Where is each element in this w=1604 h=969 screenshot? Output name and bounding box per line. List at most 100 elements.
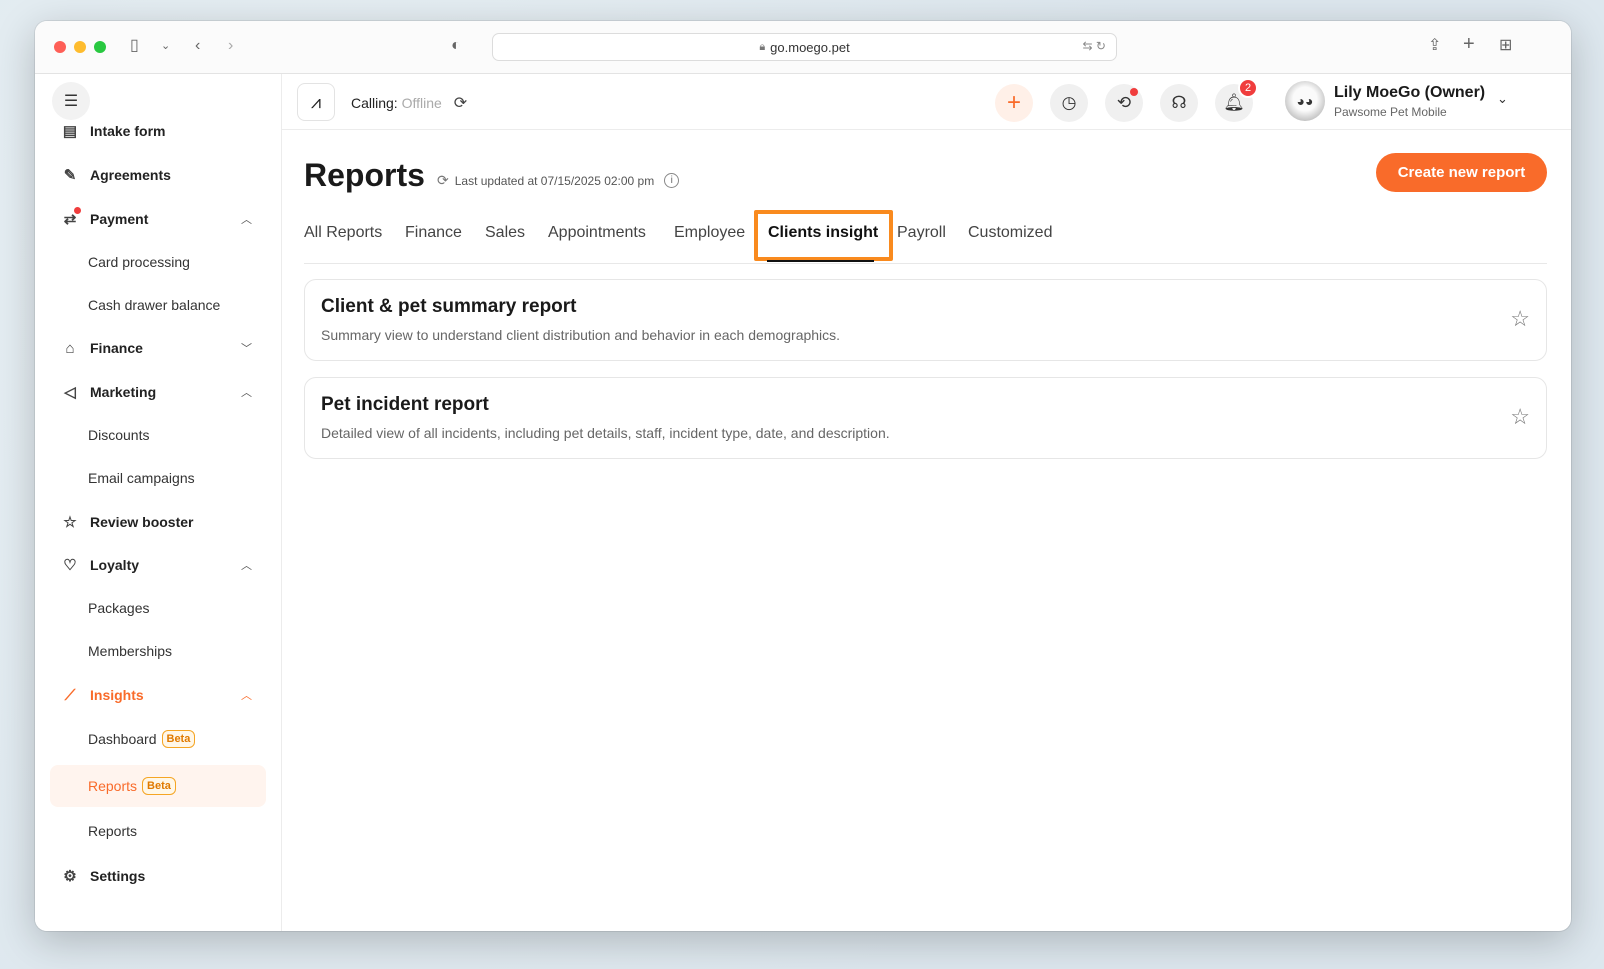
- shield-icon[interactable]: ◐: [451, 36, 461, 56]
- translate-reload-icons[interactable]: ⇆ ↻: [1083, 39, 1106, 53]
- avatar[interactable]: ◕◕: [1285, 81, 1325, 121]
- sidebar-item-loyalty[interactable]: ♡ Loyalty ︿: [50, 545, 266, 585]
- sidebar-item-label: Reports: [88, 778, 138, 794]
- sidebar-item-dashboard[interactable]: Dashboard Beta: [50, 719, 266, 759]
- sidebar-item-finance[interactable]: ⌂ Finance ﹀: [50, 328, 266, 368]
- sidebar-item-email-campaigns[interactable]: Email campaigns: [50, 458, 266, 498]
- share-icon[interactable]: ⇪: [1428, 36, 1441, 56]
- menu-icon[interactable]: ☰: [52, 82, 90, 120]
- main-content: Reports ⟳ Last updated at 07/15/2025 02:…: [282, 130, 1571, 931]
- sidebar-item-review-booster[interactable]: ☆ Review booster: [50, 502, 266, 542]
- sidebar-item-label: Insights: [90, 687, 144, 703]
- chevron-down-icon: ﹀: [241, 343, 252, 355]
- sync-icon[interactable]: ⟳: [437, 172, 449, 189]
- new-tab-icon[interactable]: +: [1463, 34, 1475, 54]
- report-card[interactable]: Client & pet summary report Summary view…: [304, 279, 1547, 361]
- sidebar-item-label: Intake form: [90, 123, 166, 139]
- moego-logo-icon[interactable]: ⩘: [297, 83, 335, 121]
- sidebar-item-intake-form[interactable]: ▤ Intake form: [50, 111, 266, 151]
- last-updated: ⟳ Last updated at 07/15/2025 02:00 pm i: [437, 172, 680, 189]
- sidebar-item-agreements[interactable]: ✎ Agreements: [50, 155, 266, 195]
- sidebar-item-label: Loyalty: [90, 557, 140, 573]
- app-topbar: ⩘ Calling: Offline ⟳ + ◷ ⟲ ☊ 🔔︎ 2 ◕◕ Lily…: [282, 74, 1571, 130]
- browser-window: ▯ ⌄ ‹ › ◐ 🔒︎ go.moego.pet ⇆ ↻ ⇪ + ⊞ ☰ ▤ …: [35, 21, 1571, 931]
- sidebar-item-payment[interactable]: ⇄ Payment ︿: [50, 199, 266, 239]
- sidebar-item-cash-drawer[interactable]: Cash drawer balance: [50, 285, 266, 325]
- back-icon[interactable]: ‹: [195, 36, 200, 56]
- tab-finance[interactable]: Finance: [405, 224, 462, 242]
- calling-label: Calling:: [351, 95, 398, 111]
- create-new-report-button[interactable]: Create new report: [1376, 153, 1547, 192]
- headset-icon: ☊: [1171, 93, 1187, 112]
- sidebar-item-label: Memberships: [88, 643, 173, 659]
- sidebar-item-card-processing[interactable]: Card processing: [50, 242, 266, 282]
- tab-overview-icon[interactable]: ⊞: [1499, 36, 1512, 56]
- notifications-button[interactable]: 🔔︎ 2: [1215, 78, 1258, 122]
- report-card-title[interactable]: Pet incident report: [321, 394, 489, 416]
- tab-sales[interactable]: Sales: [485, 224, 525, 242]
- tab-employee[interactable]: Employee: [674, 224, 745, 242]
- bot-icon: ⟲: [1116, 93, 1132, 112]
- form-icon: ▤: [62, 123, 78, 140]
- user-name[interactable]: Lily MoeGo (Owner): [1334, 84, 1485, 102]
- report-tabs: All Reports Finance Sales Appointments E…: [304, 210, 1547, 264]
- star-icon[interactable]: ☆: [1510, 306, 1530, 332]
- sidebar-item-label: Email campaigns: [88, 470, 195, 486]
- stars-icon: ☆: [63, 514, 77, 531]
- sidebar-item-label: Dashboard: [88, 731, 157, 747]
- url-text: go.moego.pet: [770, 39, 850, 55]
- maximize-window-button[interactable]: [94, 41, 106, 53]
- report-card-title[interactable]: Client & pet summary report: [321, 296, 577, 318]
- tab-customized[interactable]: Customized: [968, 224, 1052, 242]
- clock-button[interactable]: ◷: [1050, 84, 1088, 122]
- sidebar-toggle-icon[interactable]: ▯: [130, 36, 139, 56]
- notification-dot: [74, 207, 81, 214]
- chevron-up-icon: ︿: [241, 560, 252, 572]
- beta-badge: Beta: [161, 730, 196, 748]
- megaphone-icon: ◁: [64, 384, 76, 401]
- sidebar-item-memberships[interactable]: Memberships: [50, 631, 266, 671]
- payment-icon: ⇄: [50, 207, 90, 228]
- tab-clients-insight[interactable]: Clients insight: [768, 224, 878, 242]
- quick-add-button[interactable]: +: [995, 84, 1033, 122]
- sidebar-item-reports-beta[interactable]: Reports Beta: [50, 765, 266, 807]
- sidebar-item-settings[interactable]: ⚙ Settings: [50, 856, 266, 896]
- calling-status: Calling: Offline ⟳: [351, 93, 467, 113]
- sidebar-item-label: Marketing: [90, 384, 157, 400]
- notification-count-badge: 2: [1238, 78, 1258, 98]
- window-controls: [54, 41, 106, 53]
- chevron-down-icon[interactable]: ⌄: [1497, 91, 1508, 107]
- sidebar: ☰ ▤ Intake form ✎ Agreements ⇄ Payment ︿…: [35, 74, 282, 931]
- plus-icon: +: [1006, 89, 1021, 116]
- info-icon[interactable]: i: [664, 173, 680, 188]
- report-card-description: Summary view to understand client distri…: [321, 327, 841, 343]
- tab-all-reports[interactable]: All Reports: [304, 224, 382, 242]
- notification-dot: [1130, 88, 1138, 96]
- chart-line-icon: ⟋: [64, 686, 76, 704]
- forward-icon[interactable]: ›: [228, 36, 233, 56]
- bank-icon: ⌂: [65, 339, 75, 357]
- sidebar-item-discounts[interactable]: Discounts: [50, 415, 266, 455]
- sidebar-item-marketing[interactable]: ◁ Marketing ︿: [50, 372, 266, 412]
- calling-status-value: Offline: [401, 95, 442, 111]
- sidebar-item-insights[interactable]: ⟋ Insights ︿: [50, 675, 266, 715]
- minimize-window-button[interactable]: [74, 41, 86, 53]
- support-button[interactable]: ☊: [1160, 84, 1198, 122]
- tab-payroll[interactable]: Payroll: [897, 224, 946, 242]
- sidebar-item-reports[interactable]: Reports: [50, 811, 266, 851]
- chevron-down-icon[interactable]: ⌄: [161, 36, 170, 56]
- sidebar-item-label: Review booster: [90, 514, 194, 530]
- refresh-icon[interactable]: ⟳: [454, 95, 467, 112]
- report-card[interactable]: Pet incident report Detailed view of all…: [304, 377, 1547, 459]
- sidebar-item-label: Discounts: [88, 427, 150, 443]
- sidebar-item-label: Settings: [90, 868, 146, 884]
- ai-assistant-button[interactable]: ⟲: [1105, 84, 1143, 122]
- sidebar-item-packages[interactable]: Packages: [50, 588, 266, 628]
- browser-toolbar: ▯ ⌄ ‹ › ◐ 🔒︎ go.moego.pet ⇆ ↻ ⇪ + ⊞: [35, 21, 1571, 74]
- address-bar[interactable]: 🔒︎ go.moego.pet ⇆ ↻: [492, 33, 1117, 61]
- star-icon[interactable]: ☆: [1510, 404, 1530, 430]
- tab-appointments[interactable]: Appointments: [548, 224, 646, 242]
- sidebar-item-label: Cash drawer balance: [88, 297, 221, 313]
- close-window-button[interactable]: [54, 41, 66, 53]
- clock-icon: ◷: [1061, 93, 1077, 112]
